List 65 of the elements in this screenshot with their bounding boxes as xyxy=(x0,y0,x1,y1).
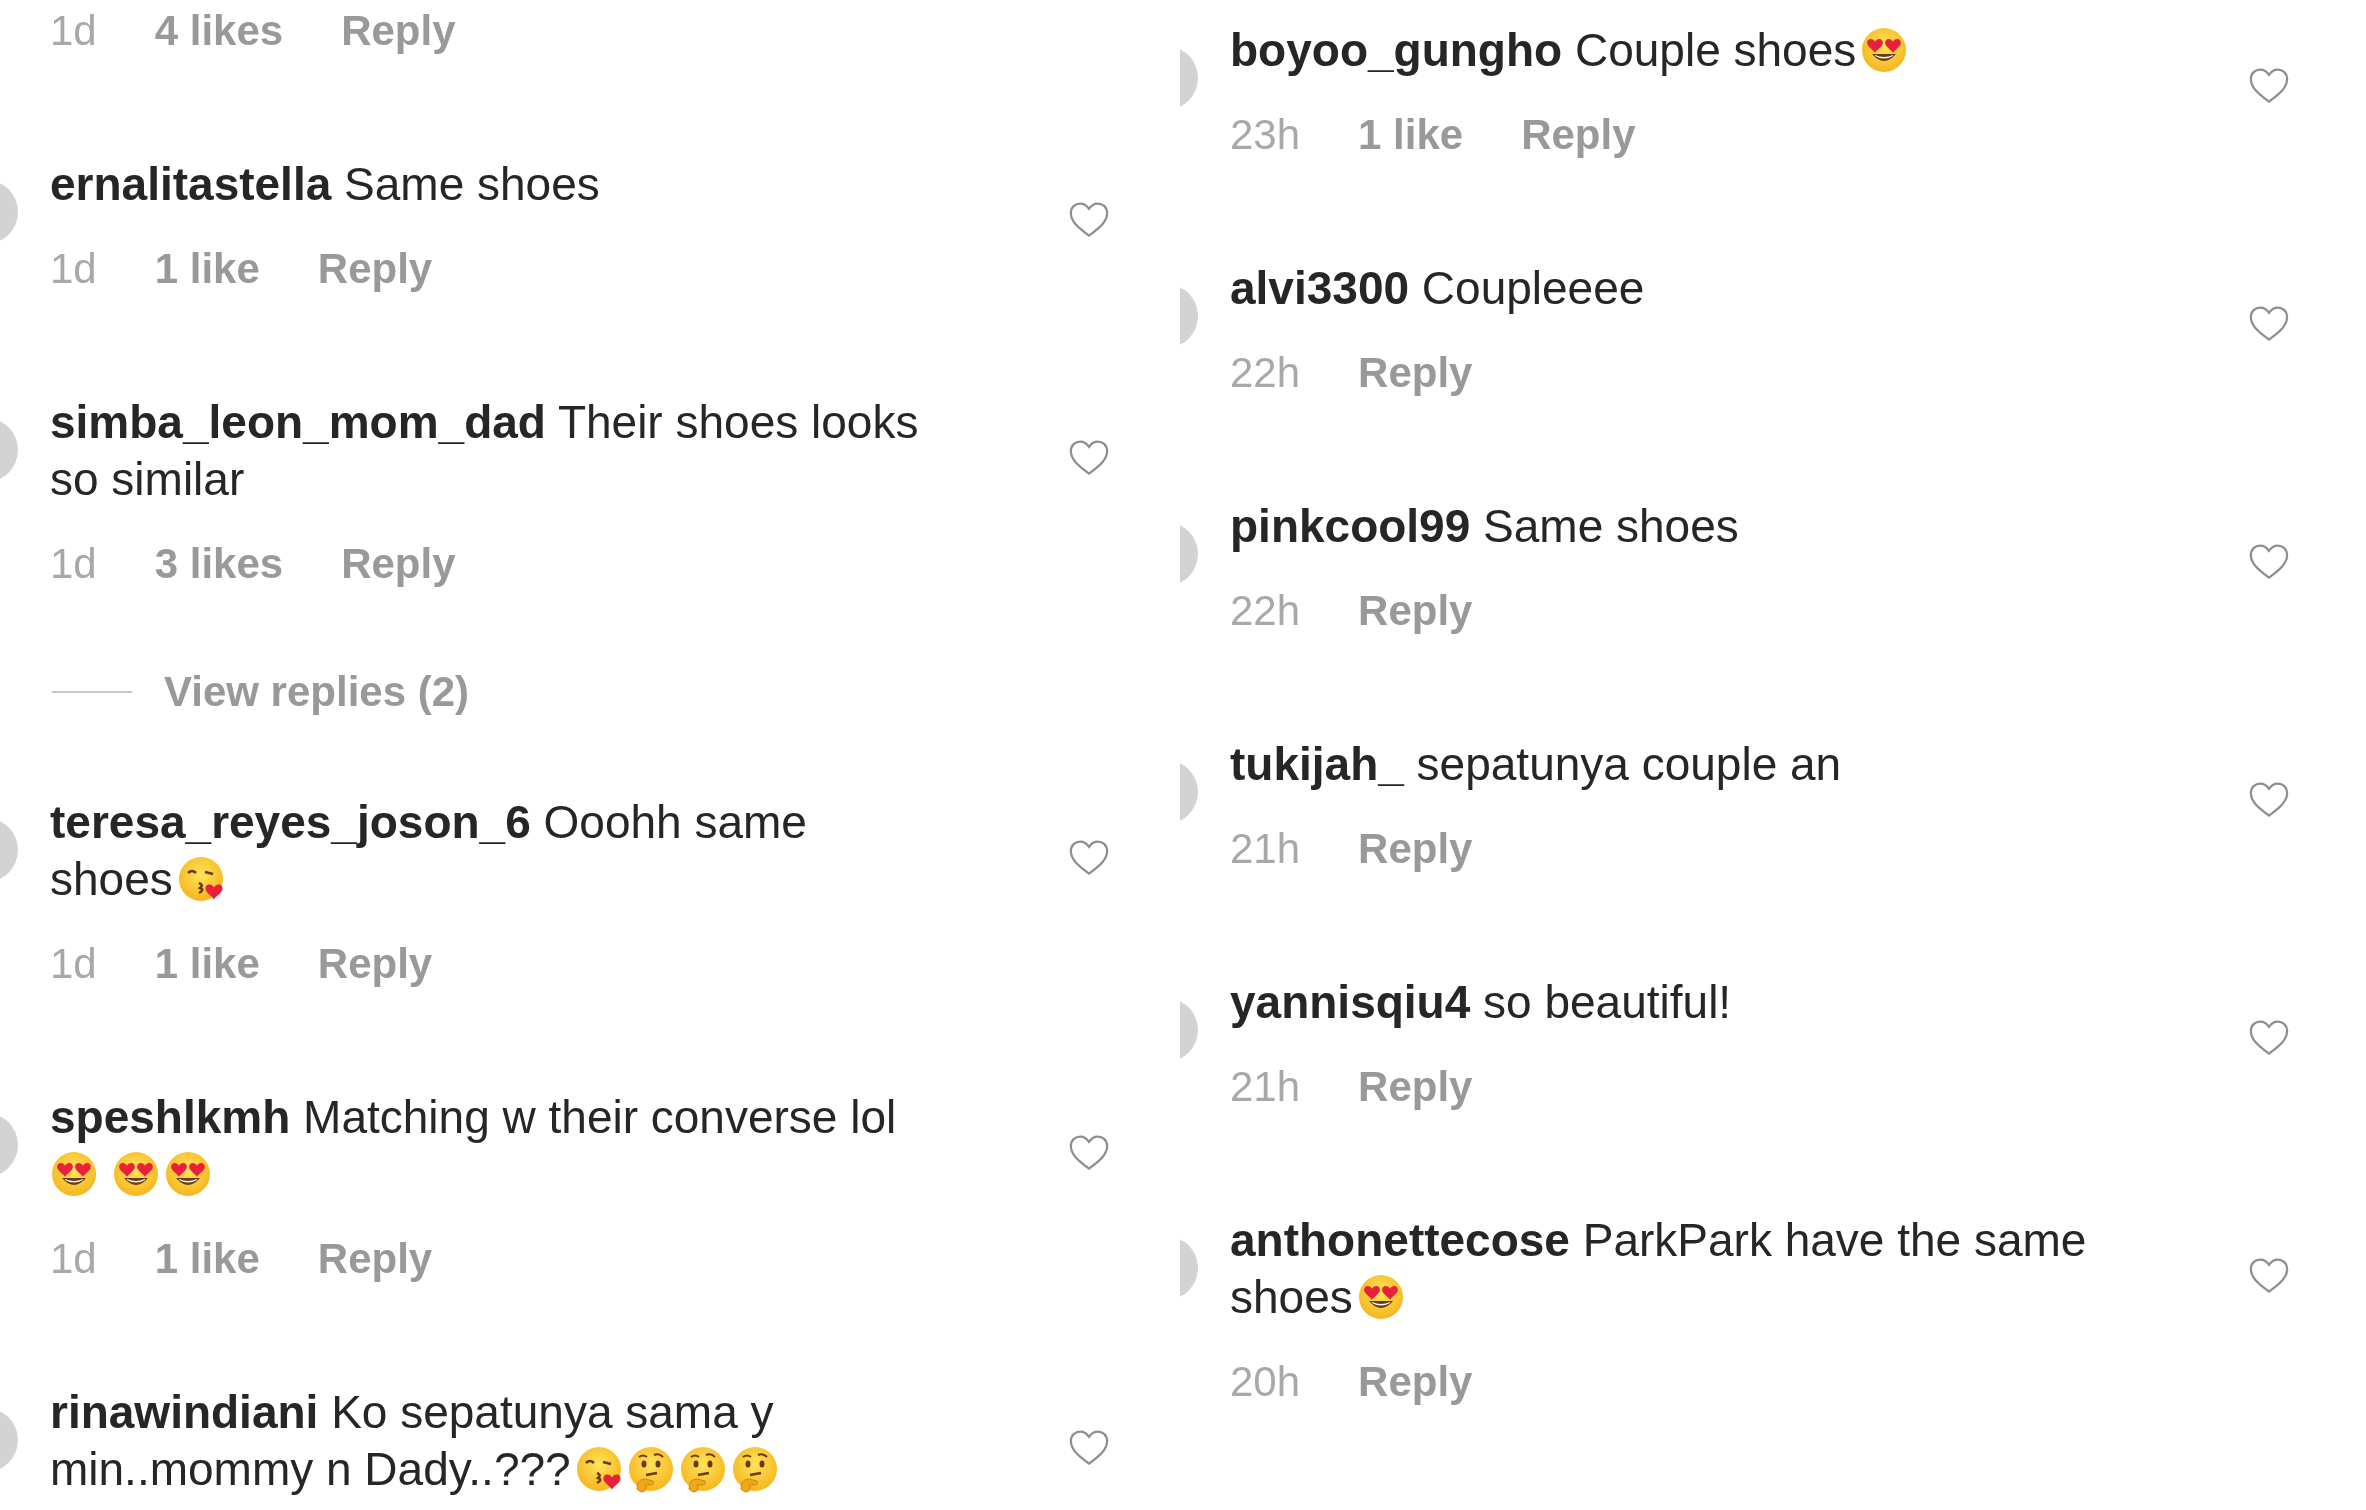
heart-icon xyxy=(2248,67,2290,105)
reply-link[interactable]: Reply xyxy=(1358,344,1473,401)
reply-link[interactable]: Reply xyxy=(341,535,456,592)
comment-text: shoes xyxy=(1230,1271,1353,1323)
reply-link[interactable]: Reply xyxy=(1358,820,1473,877)
heart-icon xyxy=(2248,543,2290,581)
timestamp: 1d xyxy=(50,6,97,56)
reply-link[interactable]: Reply xyxy=(1358,582,1473,639)
heart-icon xyxy=(2248,781,2290,819)
reply-link[interactable]: Reply xyxy=(317,240,433,297)
heart-icon xyxy=(1068,1134,1110,1172)
likes-count[interactable]: 1 like xyxy=(154,935,260,992)
comment-text: shoes xyxy=(50,853,173,905)
comment-text: yannisqiu4 so beautiful! xyxy=(1230,976,1732,1028)
likes-count[interactable]: 3 likes xyxy=(154,535,284,592)
thinking-face-emoji-icon xyxy=(678,1445,727,1493)
likes-count[interactable]: 1 like xyxy=(154,240,260,297)
timestamp: 1d xyxy=(50,539,97,589)
reply-link[interactable]: Reply xyxy=(341,2,456,59)
view-replies-link[interactable]: View replies (2) xyxy=(164,663,470,720)
timestamp: 1d xyxy=(50,244,97,294)
heart-icon xyxy=(1068,201,1110,239)
reply-link[interactable]: Reply xyxy=(317,1230,433,1287)
timestamp: 22h xyxy=(1230,348,1301,398)
comment-text: alvi3300 Coupleeee xyxy=(1230,262,1645,314)
heart-eyes-emoji-icon xyxy=(1860,26,1909,74)
timestamp: 1d xyxy=(50,939,97,989)
heart-icon xyxy=(2248,305,2290,343)
comment-text: speshlkmh Matching w their converse lol xyxy=(50,1091,897,1143)
comment-text: so similar xyxy=(50,453,245,505)
comment-text: anthonettecose ParkPark have the same xyxy=(1230,1214,2087,1266)
thinking-face-emoji-icon xyxy=(626,1445,675,1493)
timestamp: 21h xyxy=(1230,824,1301,874)
thinking-face-emoji-icon xyxy=(730,1445,779,1493)
reply-link[interactable]: Reply xyxy=(317,935,433,992)
heart-icon xyxy=(1068,1429,1110,1467)
comment-text: simba_leon_mom_dad Their shoes looks xyxy=(50,396,919,448)
reply-link[interactable]: Reply xyxy=(1358,1353,1473,1410)
likes-count[interactable]: 1 like xyxy=(154,1230,260,1287)
likes-count[interactable]: 4 likes xyxy=(154,2,284,59)
comment-text: min..mommy n Dady..??? xyxy=(50,1443,571,1495)
comment-text: teresa_reyes_joson_6 Ooohh same xyxy=(50,796,807,848)
reply-link[interactable]: Reply xyxy=(1521,106,1636,163)
likes-count[interactable]: 1 like xyxy=(1358,106,1464,163)
heart-icon xyxy=(1068,839,1110,877)
comment-text: pinkcool99 Same shoes xyxy=(1230,500,1739,552)
heart-eyes-emoji-icon xyxy=(50,1150,98,1198)
comment-text: tukijah_ sepatunya couple an xyxy=(1230,738,1842,790)
comment-text: ernalitastella Same shoes xyxy=(50,158,600,210)
heart-icon xyxy=(2248,1019,2290,1057)
timestamp: 20h xyxy=(1230,1357,1301,1407)
comment-text: rinawindiani Ko sepatunya sama y xyxy=(50,1386,774,1438)
timestamp: 21h xyxy=(1230,1062,1301,1112)
timestamp: 1d xyxy=(50,1234,97,1284)
heart-icon xyxy=(1068,439,1110,477)
timestamp: 23h xyxy=(1230,110,1301,160)
heart-eyes-emoji-icon xyxy=(164,1150,212,1198)
kissing-face-emoji-icon xyxy=(176,855,225,903)
kissing-face-emoji-icon xyxy=(574,1445,623,1493)
reply-link[interactable]: Reply xyxy=(1358,1058,1473,1115)
timestamp: 22h xyxy=(1230,586,1301,636)
heart-eyes-emoji-icon xyxy=(112,1150,160,1198)
comment-text: boyoo_gungho Couple shoes xyxy=(1230,24,1857,76)
heart-eyes-emoji-icon xyxy=(1356,1273,1405,1321)
heart-icon xyxy=(2248,1257,2290,1295)
